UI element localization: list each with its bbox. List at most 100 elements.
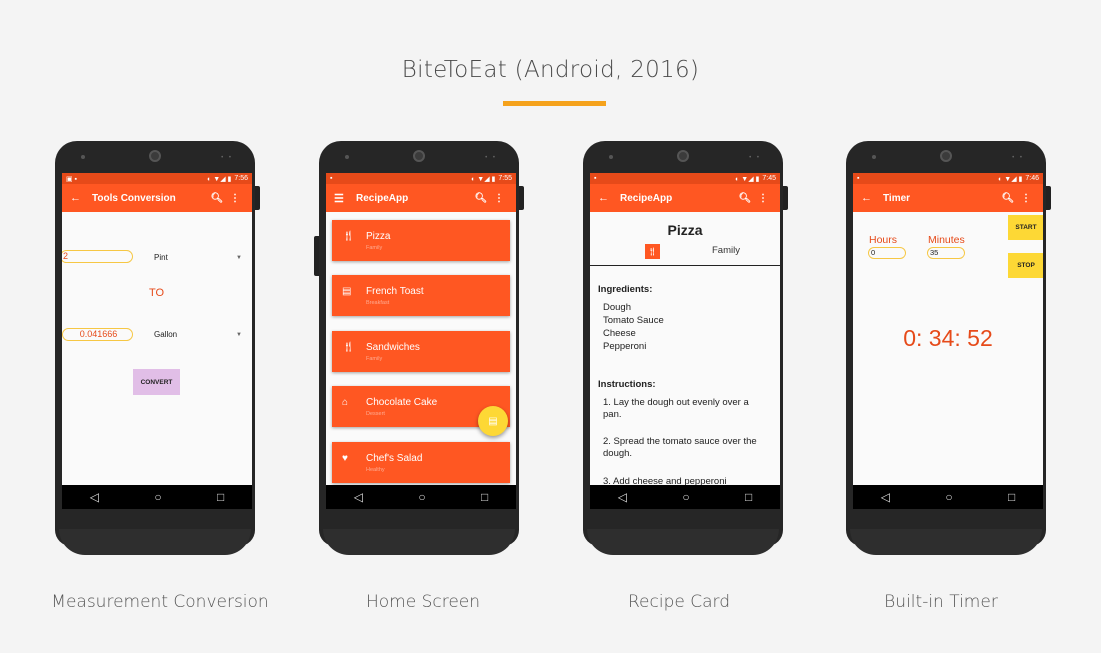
recipe-card[interactable]: 🍴︎ Sandwiches Family (332, 331, 510, 372)
phone-home: • • ▪ ◐ ▼◢ ▮ 7:55 ☰ RecipeApp 🔍︎ ⋮ 🍴︎ Piz… (314, 141, 524, 556)
screen-home: ▪ ◐ ▼◢ ▮ 7:55 ☰ RecipeApp 🔍︎ ⋮ 🍴︎ Pizza F… (326, 173, 516, 509)
camera (149, 150, 161, 162)
add-note-fab-icon[interactable]: ▤ (478, 406, 508, 436)
recipe-category: Family (366, 245, 383, 251)
search-icon[interactable]: 🔍︎ (999, 193, 1017, 204)
back-icon[interactable]: ◁ (354, 490, 363, 504)
status-time: 7:45 (762, 175, 776, 182)
caption-recipe: Recipe Card (628, 592, 730, 612)
status-bar: ▣ ▪ ◐ ▼◢ ▮ 7:56 (62, 173, 252, 184)
android-nav-bar: ◁ ○ □ (326, 485, 516, 509)
home-icon[interactable]: ○ (154, 490, 161, 504)
app-bar: ← Timer 🔍︎ ⋮ (853, 184, 1043, 212)
recipe-category: Breakfast (366, 300, 390, 306)
recipe-category: Family (366, 356, 383, 362)
instructions-heading: Instructions: (598, 379, 656, 390)
back-icon[interactable]: ◁ (90, 490, 99, 504)
screen-recipe: ▪ ◐ ▼◢ ▮ 7:45 ← RecipeApp 🔍︎ ⋮ Pizza 🍴︎ F… (590, 173, 780, 509)
app-title: RecipeApp (620, 192, 673, 204)
home-icon[interactable]: ○ (945, 490, 952, 504)
hours-input[interactable]: 0 (868, 247, 906, 259)
convert-button[interactable]: CONVERT (133, 369, 180, 395)
dropdown-caret-icon[interactable]: ▼ (236, 255, 242, 261)
timer-display: 0: 34: 52 (903, 325, 993, 351)
recipe-category: Healthy (366, 467, 385, 473)
status-time: 7:46 (1025, 175, 1039, 182)
recipe-category: Family (712, 245, 740, 256)
notification-icon: ▪ (857, 175, 860, 182)
search-icon[interactable]: 🔍︎ (472, 193, 490, 204)
notification-icon: ▪ (594, 175, 597, 182)
signal-icon: ◐ ▼◢ ▮ (471, 175, 496, 183)
ingredient-item: Cheese (603, 328, 636, 339)
instruction-step: 2. Spread the tomato sauce over the doug… (603, 436, 757, 459)
back-arrow-icon[interactable]: ← (861, 192, 877, 204)
to-unit-select[interactable]: Gallon (154, 330, 177, 339)
page-title: BiteToEat (Android, 2016) (401, 57, 700, 83)
app-title: RecipeApp (356, 192, 409, 204)
notification-icon: ▣ ▪ (66, 175, 78, 183)
recipe-card[interactable]: ♥ Chef's Salad Healthy (332, 442, 510, 483)
back-arrow-icon[interactable]: ← (70, 192, 86, 204)
search-icon[interactable]: 🔍︎ (736, 193, 754, 204)
app-title: Tools Conversion (92, 192, 176, 204)
ingredient-item: Tomato Sauce (603, 315, 664, 326)
android-nav-bar: ◁ ○ □ (853, 485, 1043, 509)
search-icon[interactable]: 🔍︎ (208, 193, 226, 204)
screen-timer: ▪ ◐ ▼◢ ▮ 7:46 ← Timer 🔍︎ ⋮ Hours Minutes … (853, 173, 1043, 509)
recipe-card[interactable]: 🍴︎ Pizza Family (332, 220, 510, 261)
back-icon[interactable]: ◁ (618, 490, 627, 504)
status-bar: ▪ ◐ ▼◢ ▮ 7:55 (326, 173, 516, 184)
status-time: 7:56 (234, 175, 248, 182)
caption-home: Home Screen (365, 592, 481, 612)
minutes-input[interactable]: 35 (927, 247, 965, 259)
recipe-name: Chef's Salad (366, 453, 423, 464)
back-arrow-icon[interactable]: ← (598, 192, 614, 204)
status-bar: ▪ ◐ ▼◢ ▮ 7:46 (853, 173, 1043, 184)
title-underline (503, 101, 606, 106)
divider (590, 265, 780, 266)
camera (940, 150, 952, 162)
signal-icon: ◐ ▼◢ ▮ (998, 175, 1023, 183)
signal-icon: ◐ ▼◢ ▮ (735, 175, 760, 183)
android-nav-bar: ◁ ○ □ (590, 485, 780, 509)
hamburger-menu-icon[interactable]: ☰ (334, 192, 350, 205)
android-nav-bar: ◁ ○ □ (62, 485, 252, 509)
recents-icon[interactable]: □ (481, 490, 488, 504)
minutes-label: Minutes (928, 234, 965, 246)
home-icon[interactable]: ○ (682, 490, 689, 504)
recipe-card[interactable]: ▤ French Toast Breakfast (332, 275, 510, 316)
app-bar: ← RecipeApp 🔍︎ ⋮ (590, 184, 780, 212)
phone-timer: • • ▪ ◐ ▼◢ ▮ 7:46 ← Timer 🔍︎ ⋮ Hours Minu… (846, 141, 1051, 556)
app-bar: ☰ RecipeApp 🔍︎ ⋮ (326, 184, 516, 212)
camera (413, 150, 425, 162)
recipe-title: Pizza (667, 222, 703, 238)
recents-icon[interactable]: □ (217, 490, 224, 504)
instruction-step: 1. Lay the dough out evenly over a pan. (603, 397, 749, 420)
from-unit-select[interactable]: Pint (154, 253, 168, 262)
recipe-name: Pizza (366, 231, 391, 242)
signal-icon: ◐ ▼◢ ▮ (207, 175, 232, 183)
phone-conversion: • • ▣ ▪ ◐ ▼◢ ▮ 7:56 ← Tools Conversion 🔍︎… (55, 141, 260, 556)
home-icon[interactable]: ○ (418, 490, 425, 504)
to-value-input[interactable]: 0.041666 (62, 328, 133, 341)
dropdown-caret-icon[interactable]: ▼ (236, 332, 242, 338)
overflow-menu-icon[interactable]: ⋮ (754, 193, 772, 204)
recipe-name: French Toast (366, 286, 424, 297)
recents-icon[interactable]: □ (745, 490, 752, 504)
fork-knife-icon: 🍴︎ (645, 244, 660, 259)
stop-button[interactable]: STOP (1008, 253, 1043, 278)
fork-knife-icon: 🍴︎ (342, 342, 355, 353)
heart-icon: ♥ (342, 453, 348, 464)
camera (677, 150, 689, 162)
recents-icon[interactable]: □ (1008, 490, 1015, 504)
notification-icon: ▪ (330, 175, 333, 182)
overflow-menu-icon[interactable]: ⋮ (1017, 193, 1035, 204)
back-icon[interactable]: ◁ (881, 490, 890, 504)
overflow-menu-icon[interactable]: ⋮ (226, 193, 244, 204)
fork-knife-icon: 🍴︎ (342, 231, 355, 242)
overflow-menu-icon[interactable]: ⋮ (490, 193, 508, 204)
ingredient-item: Pepperoni (603, 341, 647, 352)
start-button[interactable]: START (1008, 215, 1043, 240)
from-value-input[interactable]: 2 (62, 250, 133, 263)
